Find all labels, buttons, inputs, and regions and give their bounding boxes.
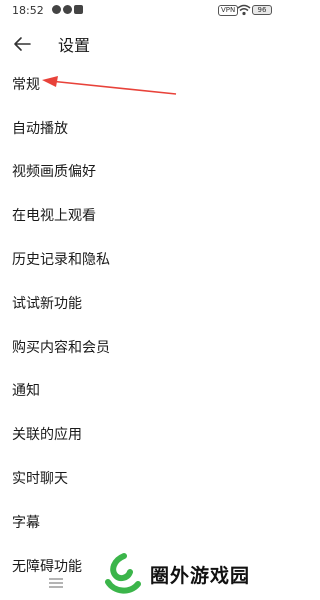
settings-item-watch-on-tv[interactable]: 在电视上观看 xyxy=(0,193,284,237)
wifi-icon xyxy=(237,4,251,16)
page-title: 设置 xyxy=(58,36,91,55)
watermark-text: 圈外游戏园 xyxy=(150,564,251,587)
battery-indicator: 96 xyxy=(252,5,272,15)
settings-item-connected-apps[interactable]: 关联的应用 xyxy=(0,412,284,456)
settings-item-captions[interactable]: 字幕 xyxy=(0,500,284,544)
watermark: 圈外游戏园 xyxy=(96,548,284,600)
arrow-left-icon[interactable] xyxy=(8,30,36,58)
settings-item-video-quality[interactable]: 视频画质偏好 xyxy=(0,150,284,194)
watermark-logo-icon xyxy=(105,553,141,594)
app-bar: 设置 xyxy=(0,26,284,62)
notification-icons xyxy=(52,5,83,14)
status-time: 18:52 xyxy=(12,4,44,17)
notification-icon xyxy=(52,5,61,14)
settings-item-live-chat[interactable]: 实时聊天 xyxy=(0,456,284,500)
status-bar: 18:52 VPN 96 xyxy=(0,0,284,22)
settings-item-try-new-features[interactable]: 试试新功能 xyxy=(0,281,284,325)
settings-item-history-privacy[interactable]: 历史记录和隐私 xyxy=(0,237,284,281)
settings-item-purchases-memberships[interactable]: 购买内容和会员 xyxy=(0,325,284,369)
settings-list: 常规 自动播放 视频画质偏好 在电视上观看 历史记录和隐私 试试新功能 购买内容… xyxy=(0,62,284,588)
notification-icon xyxy=(74,5,83,14)
settings-item-autoplay[interactable]: 自动播放 xyxy=(0,106,284,150)
vpn-badge: VPN xyxy=(218,5,239,16)
notification-icon xyxy=(63,5,72,14)
settings-item-general[interactable]: 常规 xyxy=(0,62,284,106)
menu-icon[interactable] xyxy=(48,577,64,589)
settings-item-notifications[interactable]: 通知 xyxy=(0,369,284,413)
